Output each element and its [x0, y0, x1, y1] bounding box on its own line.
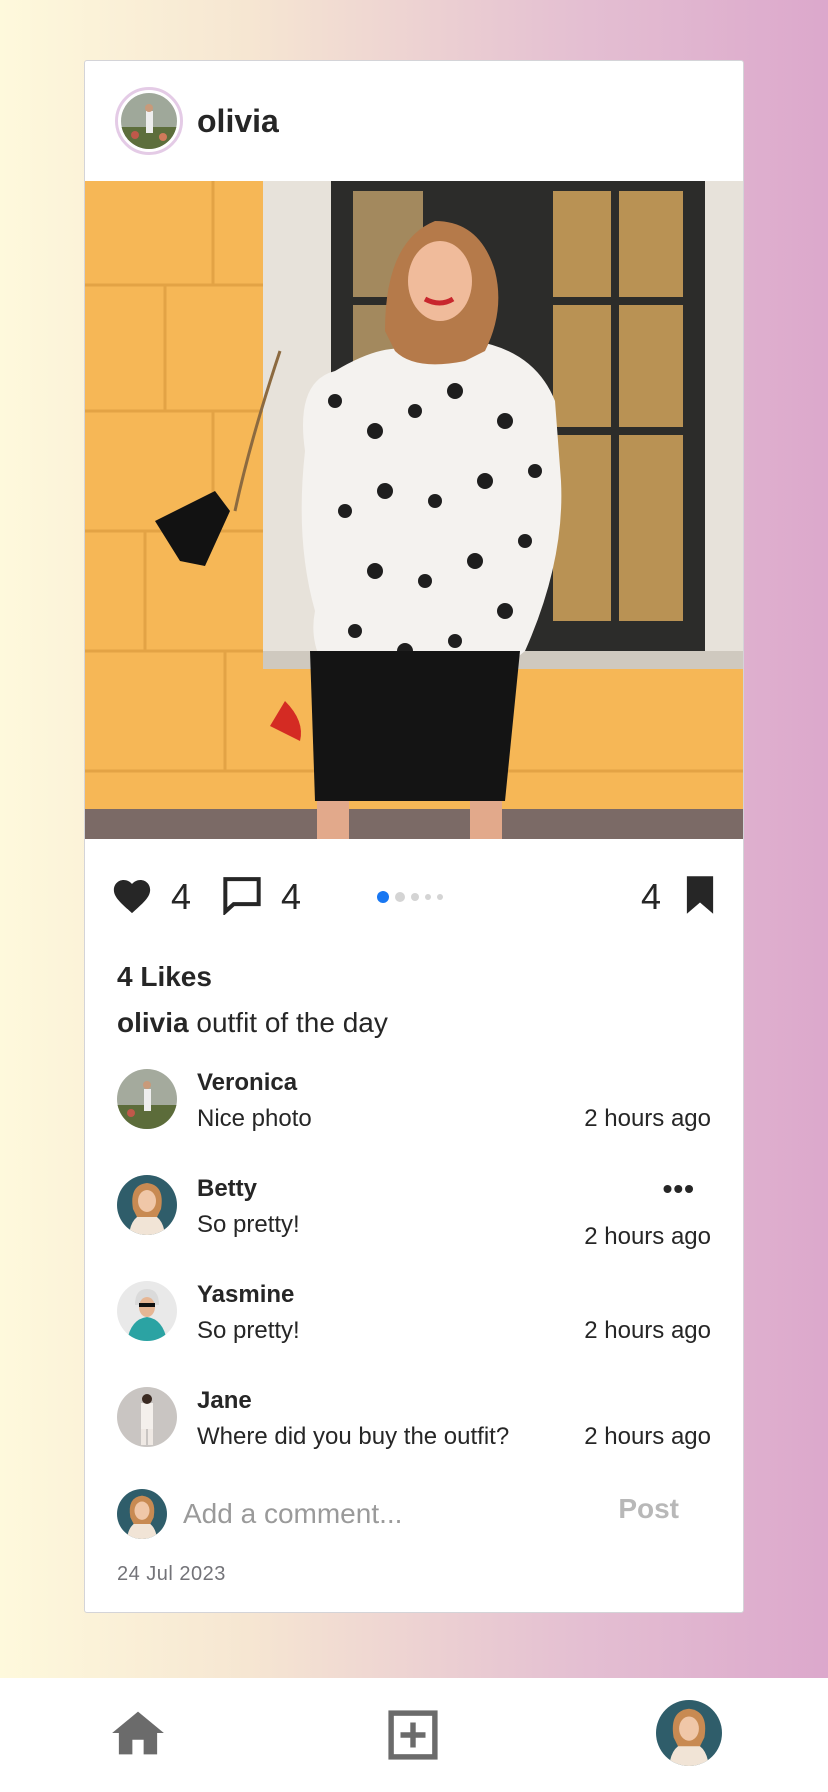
caption: olivia outfit of the day [85, 1007, 743, 1039]
comment-time: 2 hours ago [584, 1105, 711, 1132]
comment-time: 2 hours ago [584, 1223, 711, 1250]
post-header: olivia [85, 61, 743, 181]
comment-time: 2 hours ago [584, 1317, 711, 1344]
add-comment-row: Post [85, 1487, 743, 1557]
carousel-dot[interactable] [437, 894, 443, 900]
bottom-nav [0, 1678, 828, 1792]
author-avatar-image [121, 93, 177, 149]
post-card: olivia 4 4 4 4 Likes olivia outfit of th… [84, 60, 744, 1613]
like-heart-icon[interactable] [111, 876, 153, 919]
caption-username[interactable]: olivia [117, 1007, 189, 1038]
saves-count: 4 [640, 876, 661, 917]
comment-text: So pretty! [197, 1317, 300, 1344]
commenter-name[interactable]: Jane [197, 1387, 252, 1415]
commenter-name[interactable]: Betty [197, 1175, 257, 1203]
commenter-avatar[interactable] [117, 1069, 177, 1129]
caption-text: outfit of the day [196, 1007, 388, 1038]
comment-bubble-icon[interactable] [221, 875, 263, 920]
carousel-dot[interactable] [377, 891, 389, 903]
carousel-dot[interactable] [395, 892, 405, 902]
post-actions: 4 4 4 [85, 839, 743, 955]
likes-label[interactable]: 4 Likes [85, 961, 743, 993]
commenter-avatar[interactable] [117, 1175, 177, 1235]
comments-list: Veronica Nice photo 2 hours ago Betty ••… [85, 1067, 743, 1483]
comment-text: So pretty! [197, 1211, 300, 1238]
comment-text: Nice photo [197, 1105, 312, 1132]
author-username[interactable]: olivia [197, 103, 279, 140]
home-icon[interactable] [111, 1710, 165, 1756]
carousel-dots [377, 891, 443, 903]
comment-time: 2 hours ago [584, 1423, 711, 1450]
carousel-dot[interactable] [411, 893, 419, 901]
commenter-name[interactable]: Yasmine [197, 1281, 294, 1309]
commenter-name[interactable]: Veronica [197, 1069, 297, 1097]
post-date: 24 Jul 2023 [117, 1563, 226, 1585]
current-user-avatar [117, 1489, 167, 1539]
comment-input[interactable] [183, 1493, 563, 1535]
commenter-avatar[interactable] [117, 1387, 177, 1447]
comment-more-icon[interactable]: ••• [663, 1173, 695, 1205]
comments-count: 4 [281, 876, 302, 917]
carousel-dot[interactable] [425, 894, 431, 900]
bookmark-icon[interactable] [685, 875, 715, 919]
comment-item: Jane Where did you buy the outfit? 2 hou… [85, 1385, 743, 1483]
commenter-avatar[interactable] [117, 1281, 177, 1341]
post-comment-button[interactable]: Post [618, 1493, 679, 1525]
post-photo[interactable] [85, 181, 744, 839]
comment-item: Betty ••• So pretty! 2 hours ago [85, 1173, 743, 1279]
author-avatar[interactable] [115, 87, 183, 155]
add-square-icon[interactable] [388, 1710, 438, 1760]
profile-avatar[interactable] [656, 1700, 722, 1766]
comment-text: Where did you buy the outfit? [197, 1423, 510, 1450]
comment-item: Yasmine So pretty! 2 hours ago [85, 1279, 743, 1385]
likes-count: 4 [171, 876, 192, 917]
comment-item: Veronica Nice photo 2 hours ago [85, 1067, 743, 1173]
